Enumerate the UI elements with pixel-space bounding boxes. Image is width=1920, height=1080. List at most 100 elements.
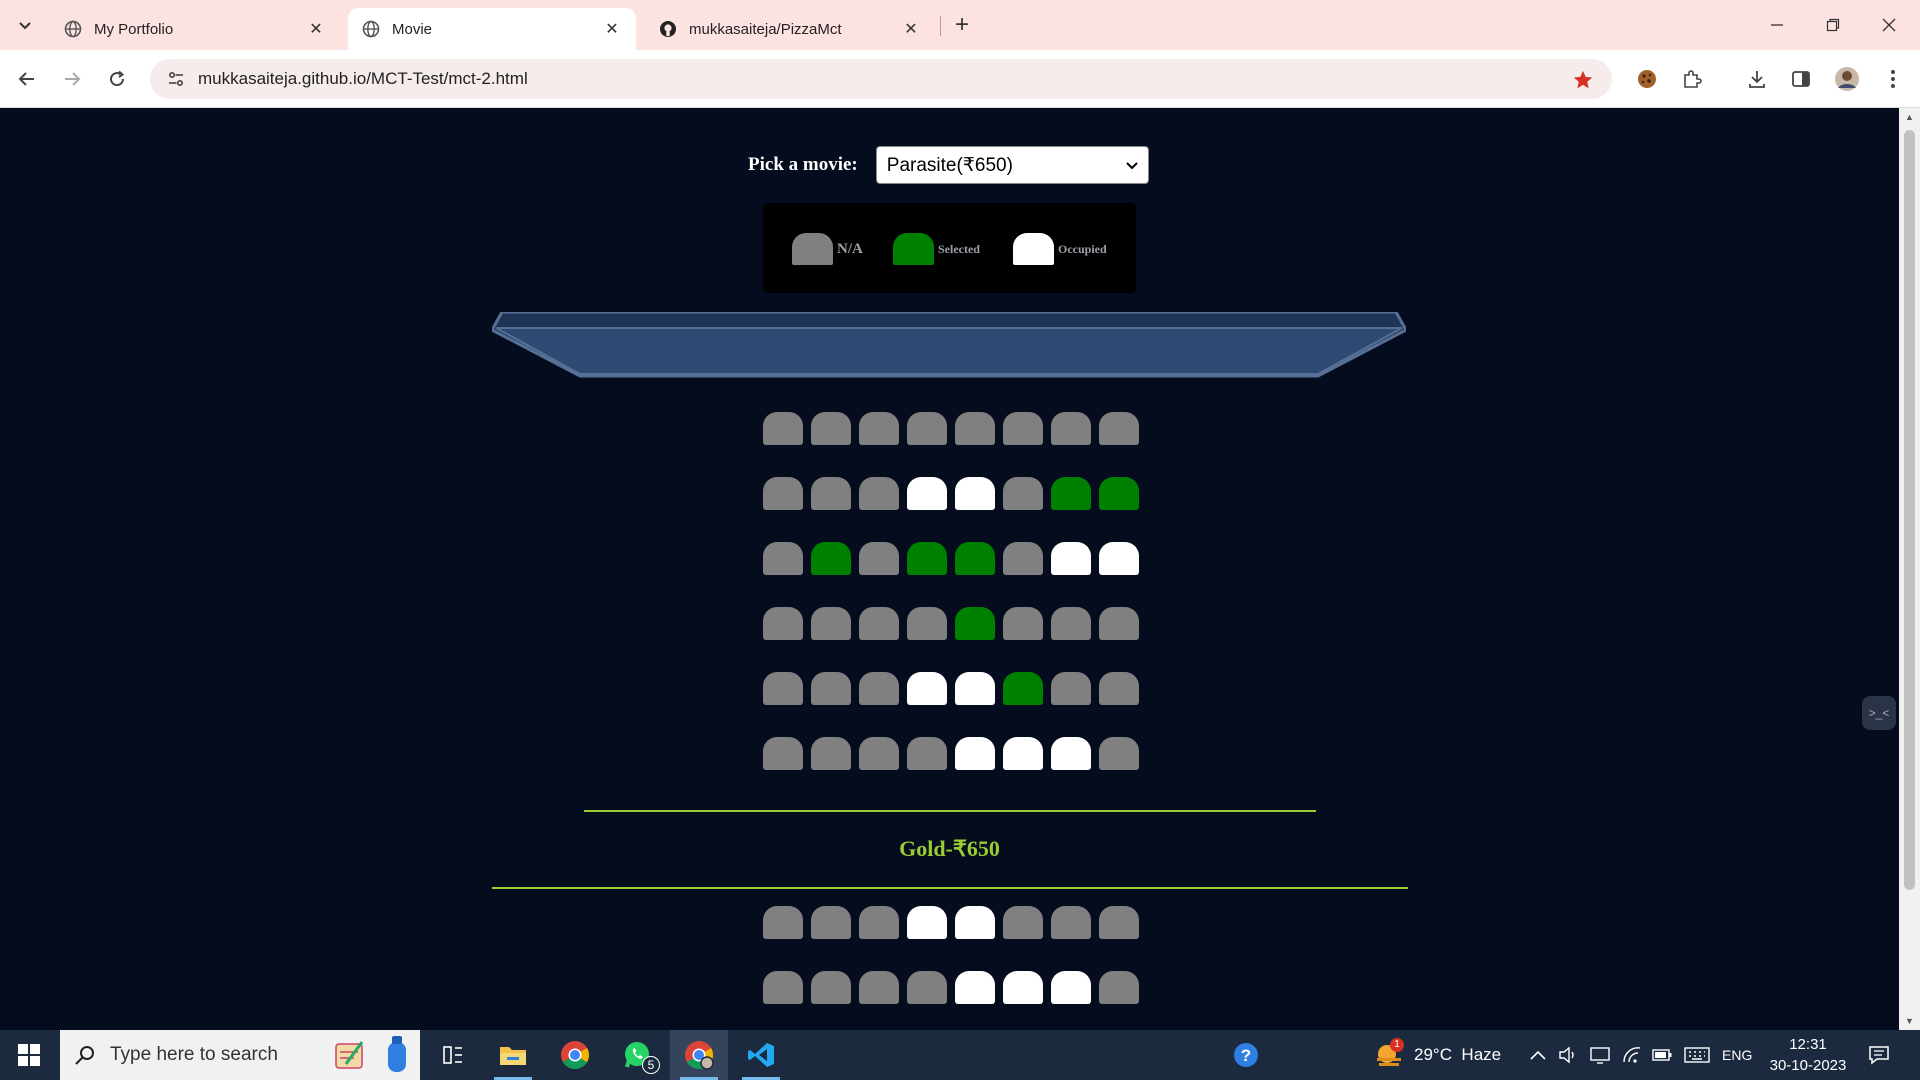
help-icon[interactable]: ? (1232, 1030, 1260, 1080)
seat-na[interactable] (955, 412, 995, 445)
clock[interactable]: 12:31 30-10-2023 (1758, 1034, 1858, 1076)
seat-na[interactable] (811, 412, 851, 445)
seat-selected[interactable] (811, 542, 851, 575)
site-info-icon[interactable] (156, 59, 196, 99)
seat-na[interactable] (1099, 737, 1139, 770)
seat-na[interactable] (763, 412, 803, 445)
seat-na[interactable] (1051, 607, 1091, 640)
profile-avatar[interactable] (1832, 64, 1862, 94)
side-widget-button[interactable]: >_< (1862, 696, 1896, 730)
file-explorer-icon[interactable] (484, 1030, 542, 1080)
side-panel-icon[interactable] (1786, 64, 1816, 94)
seat-na[interactable] (1003, 906, 1043, 939)
seat-selected[interactable] (955, 542, 995, 575)
seat-na[interactable] (1051, 672, 1091, 705)
task-view-icon[interactable] (424, 1030, 482, 1080)
address-bar[interactable]: mukkasaiteja.github.io/MCT-Test/mct-2.ht… (150, 59, 1612, 99)
scrollbar[interactable]: ▲ ▼ (1899, 108, 1920, 1030)
close-icon[interactable]: ✕ (602, 19, 622, 39)
close-icon[interactable]: ✕ (901, 19, 921, 39)
seat-na[interactable] (811, 477, 851, 510)
seat-na[interactable] (1003, 412, 1043, 445)
new-tab-button[interactable]: + (950, 13, 974, 37)
seat-na[interactable] (907, 412, 947, 445)
notifications-icon[interactable] (1868, 1030, 1890, 1080)
seat-row (763, 971, 1147, 1004)
seat-na[interactable] (763, 607, 803, 640)
seat-na[interactable] (763, 737, 803, 770)
seat-na[interactable] (1099, 971, 1139, 1004)
seat-selected[interactable] (1003, 672, 1043, 705)
seat-na[interactable] (763, 542, 803, 575)
back-icon[interactable] (12, 64, 42, 94)
close-window-icon[interactable] (1874, 10, 1904, 40)
seat-selected[interactable] (955, 607, 995, 640)
seat-na[interactable] (811, 672, 851, 705)
movie-select[interactable]: Parasite(₹650) (875, 146, 1149, 184)
seat-na[interactable] (763, 971, 803, 1004)
seat-na[interactable] (859, 607, 899, 640)
seat-na[interactable] (811, 971, 851, 1004)
seat-na[interactable] (1003, 607, 1043, 640)
seat-na[interactable] (811, 737, 851, 770)
language-indicator[interactable]: ENG (1722, 1030, 1752, 1080)
seat-na[interactable] (1051, 906, 1091, 939)
seat-na[interactable] (811, 607, 851, 640)
volume-icon[interactable] (1558, 1030, 1578, 1080)
restore-icon[interactable] (1818, 10, 1848, 40)
seat-selected[interactable] (1099, 477, 1139, 510)
battery-icon[interactable] (1652, 1030, 1672, 1080)
cookie-extension-icon[interactable] (1632, 64, 1662, 94)
show-hidden-icons[interactable] (1530, 1030, 1546, 1080)
seat-na[interactable] (859, 542, 899, 575)
seat-na[interactable] (859, 672, 899, 705)
scroll-up-icon[interactable]: ▲ (1904, 112, 1915, 124)
download-icon[interactable] (1742, 64, 1772, 94)
seat-na[interactable] (1051, 412, 1091, 445)
extensions-icon[interactable] (1677, 64, 1707, 94)
seat-na[interactable] (763, 906, 803, 939)
seat-na[interactable] (859, 477, 899, 510)
windows-start-button[interactable] (0, 1030, 58, 1080)
seat-na[interactable] (907, 737, 947, 770)
seat-na[interactable] (1003, 542, 1043, 575)
seat-na[interactable] (1099, 906, 1139, 939)
seat-na[interactable] (1003, 477, 1043, 510)
seat-na[interactable] (1099, 672, 1139, 705)
seat-na[interactable] (763, 672, 803, 705)
minimize-icon[interactable] (1762, 10, 1792, 40)
close-icon[interactable]: ✕ (306, 19, 326, 39)
tab-github[interactable]: mukkasaiteja/PizzaMct ✕ (645, 8, 935, 50)
seat-selected[interactable] (907, 542, 947, 575)
taskbar-search[interactable]: Type here to search (60, 1030, 420, 1080)
seat-na[interactable] (859, 737, 899, 770)
seat-na[interactable] (811, 906, 851, 939)
seat-na[interactable] (1099, 412, 1139, 445)
seat-selected[interactable] (1051, 477, 1091, 510)
scroll-thumb[interactable] (1904, 130, 1915, 890)
bookmark-star-icon[interactable] (1572, 69, 1594, 91)
seat-na[interactable] (907, 607, 947, 640)
keyboard-icon[interactable] (1684, 1030, 1710, 1080)
tab-my-portfolio[interactable]: My Portfolio ✕ (50, 8, 340, 50)
weather-widget[interactable]: 1 29°C Haze (1374, 1030, 1501, 1080)
chrome-icon[interactable] (546, 1030, 604, 1080)
reload-icon[interactable] (102, 64, 132, 94)
tab-movie[interactable]: Movie ✕ (348, 8, 636, 50)
seat-na[interactable] (859, 971, 899, 1004)
tab-search-button[interactable] (12, 12, 38, 38)
scroll-down-icon[interactable]: ▼ (1904, 1016, 1915, 1028)
display-icon[interactable] (1590, 1030, 1610, 1080)
seat-na[interactable] (907, 971, 947, 1004)
seat-na[interactable] (1099, 607, 1139, 640)
whatsapp-icon[interactable]: 5 (608, 1030, 666, 1080)
forward-icon[interactable] (57, 64, 87, 94)
seat-na[interactable] (859, 906, 899, 939)
browser-toolbar: mukkasaiteja.github.io/MCT-Test/mct-2.ht… (0, 50, 1920, 108)
chrome-profile-icon[interactable] (670, 1030, 728, 1080)
wifi-icon[interactable] (1622, 1030, 1642, 1080)
seat-na[interactable] (763, 477, 803, 510)
menu-icon[interactable] (1878, 64, 1908, 94)
vscode-icon[interactable] (732, 1030, 790, 1080)
seat-na[interactable] (859, 412, 899, 445)
